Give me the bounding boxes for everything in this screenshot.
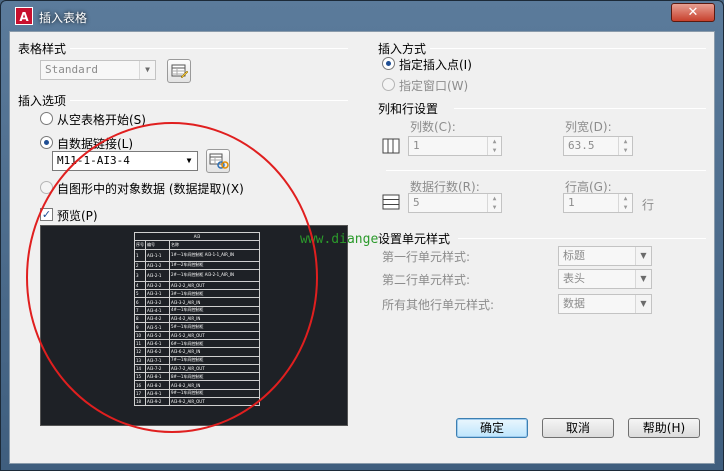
section-divider bbox=[454, 108, 706, 109]
columns-count-value: 1 bbox=[413, 139, 420, 152]
column-width-spinner[interactable]: 63.5 ▲ ▼ bbox=[563, 136, 633, 156]
row-height-value: 1 bbox=[568, 196, 575, 209]
from-empty-radio[interactable] bbox=[40, 112, 53, 125]
columns-count-spinner[interactable]: 1 ▲ ▼ bbox=[408, 136, 502, 156]
row-height-spinner[interactable]: 1 ▲ ▼ bbox=[563, 193, 633, 213]
section-divider bbox=[458, 238, 706, 239]
cell-styles-label: 设置单元样式 bbox=[378, 232, 451, 246]
red-annotation-circle bbox=[26, 122, 318, 433]
spinner-arrows[interactable]: ▲ ▼ bbox=[487, 137, 501, 155]
first-row-style-label: 第一行单元样式: bbox=[382, 250, 471, 264]
table-style-value: Standard bbox=[45, 63, 98, 76]
insert-method-label: 插入方式 bbox=[378, 42, 427, 56]
help-button[interactable]: 帮助(H) bbox=[628, 418, 700, 438]
other-rows-style-label: 所有其他行单元样式: bbox=[382, 298, 495, 312]
row-unit-label: 行 bbox=[642, 198, 655, 212]
table-style-edit-icon bbox=[171, 64, 189, 79]
column-width-value: 63.5 bbox=[568, 139, 595, 152]
section-divider bbox=[70, 100, 348, 101]
section-divider bbox=[430, 48, 706, 49]
first-row-style-dropdown[interactable]: 标题 ▼ bbox=[558, 246, 652, 266]
title-bar[interactable]: A 插入表格 ✕ bbox=[1, 1, 723, 31]
columns-icon bbox=[382, 138, 400, 154]
from-empty-label[interactable]: 从空表格开始(S) bbox=[57, 111, 146, 128]
insertion-point-radio[interactable] bbox=[382, 57, 395, 70]
dialog-client-area: 表格样式 Standard ▼ 插入选项 从空表格开始(S) 自数据链接(L) … bbox=[9, 31, 715, 464]
spinner-arrows[interactable]: ▲ ▼ bbox=[618, 137, 632, 155]
rows-columns-label: 列和行设置 bbox=[378, 102, 439, 116]
chevron-down-icon: ▼ bbox=[635, 247, 651, 265]
chevron-down-icon: ▼ bbox=[635, 270, 651, 288]
spinner-arrows[interactable]: ▲ ▼ bbox=[618, 194, 632, 212]
cancel-button[interactable]: 取消 bbox=[542, 418, 614, 438]
section-divider bbox=[386, 170, 706, 171]
window-title: 插入表格 bbox=[39, 11, 88, 25]
autocad-app-icon: A bbox=[15, 7, 33, 25]
columns-count-label: 列数(C): bbox=[410, 120, 456, 134]
ok-button[interactable]: 确定 bbox=[456, 418, 528, 438]
second-row-style-value: 表头 bbox=[563, 272, 585, 285]
table-style-edit-button[interactable] bbox=[167, 59, 191, 83]
first-row-style-value: 标题 bbox=[563, 249, 585, 262]
table-style-dropdown[interactable]: Standard ▼ bbox=[40, 60, 156, 80]
chevron-down-icon: ▼ bbox=[139, 61, 155, 79]
close-button[interactable]: ✕ bbox=[671, 3, 715, 22]
insertion-point-label[interactable]: 指定插入点(I) bbox=[399, 56, 472, 73]
section-divider bbox=[70, 48, 348, 49]
second-row-style-label: 第二行单元样式: bbox=[382, 273, 471, 287]
insert-options-label: 插入选项 bbox=[18, 94, 67, 108]
column-width-label: 列宽(D): bbox=[565, 120, 612, 134]
specify-window-label[interactable]: 指定窗口(W) bbox=[399, 77, 468, 94]
other-rows-style-value: 数据 bbox=[563, 297, 585, 310]
data-rows-spinner[interactable]: 5 ▲ ▼ bbox=[408, 193, 502, 213]
spinner-arrows[interactable]: ▲ ▼ bbox=[487, 194, 501, 212]
table-style-label: 表格样式 bbox=[18, 42, 67, 56]
chevron-down-icon: ▼ bbox=[635, 295, 651, 313]
second-row-style-dropdown[interactable]: 表头 ▼ bbox=[558, 269, 652, 289]
insert-table-dialog: A 插入表格 ✕ 表格样式 Standard ▼ 插入选项 从空表格开始(S) bbox=[0, 0, 724, 471]
other-rows-style-dropdown[interactable]: 数据 ▼ bbox=[558, 294, 652, 314]
specify-window-radio[interactable] bbox=[382, 78, 395, 91]
rows-icon bbox=[382, 194, 400, 210]
data-rows-value: 5 bbox=[413, 196, 420, 209]
from-data-link-radio[interactable] bbox=[40, 136, 53, 149]
